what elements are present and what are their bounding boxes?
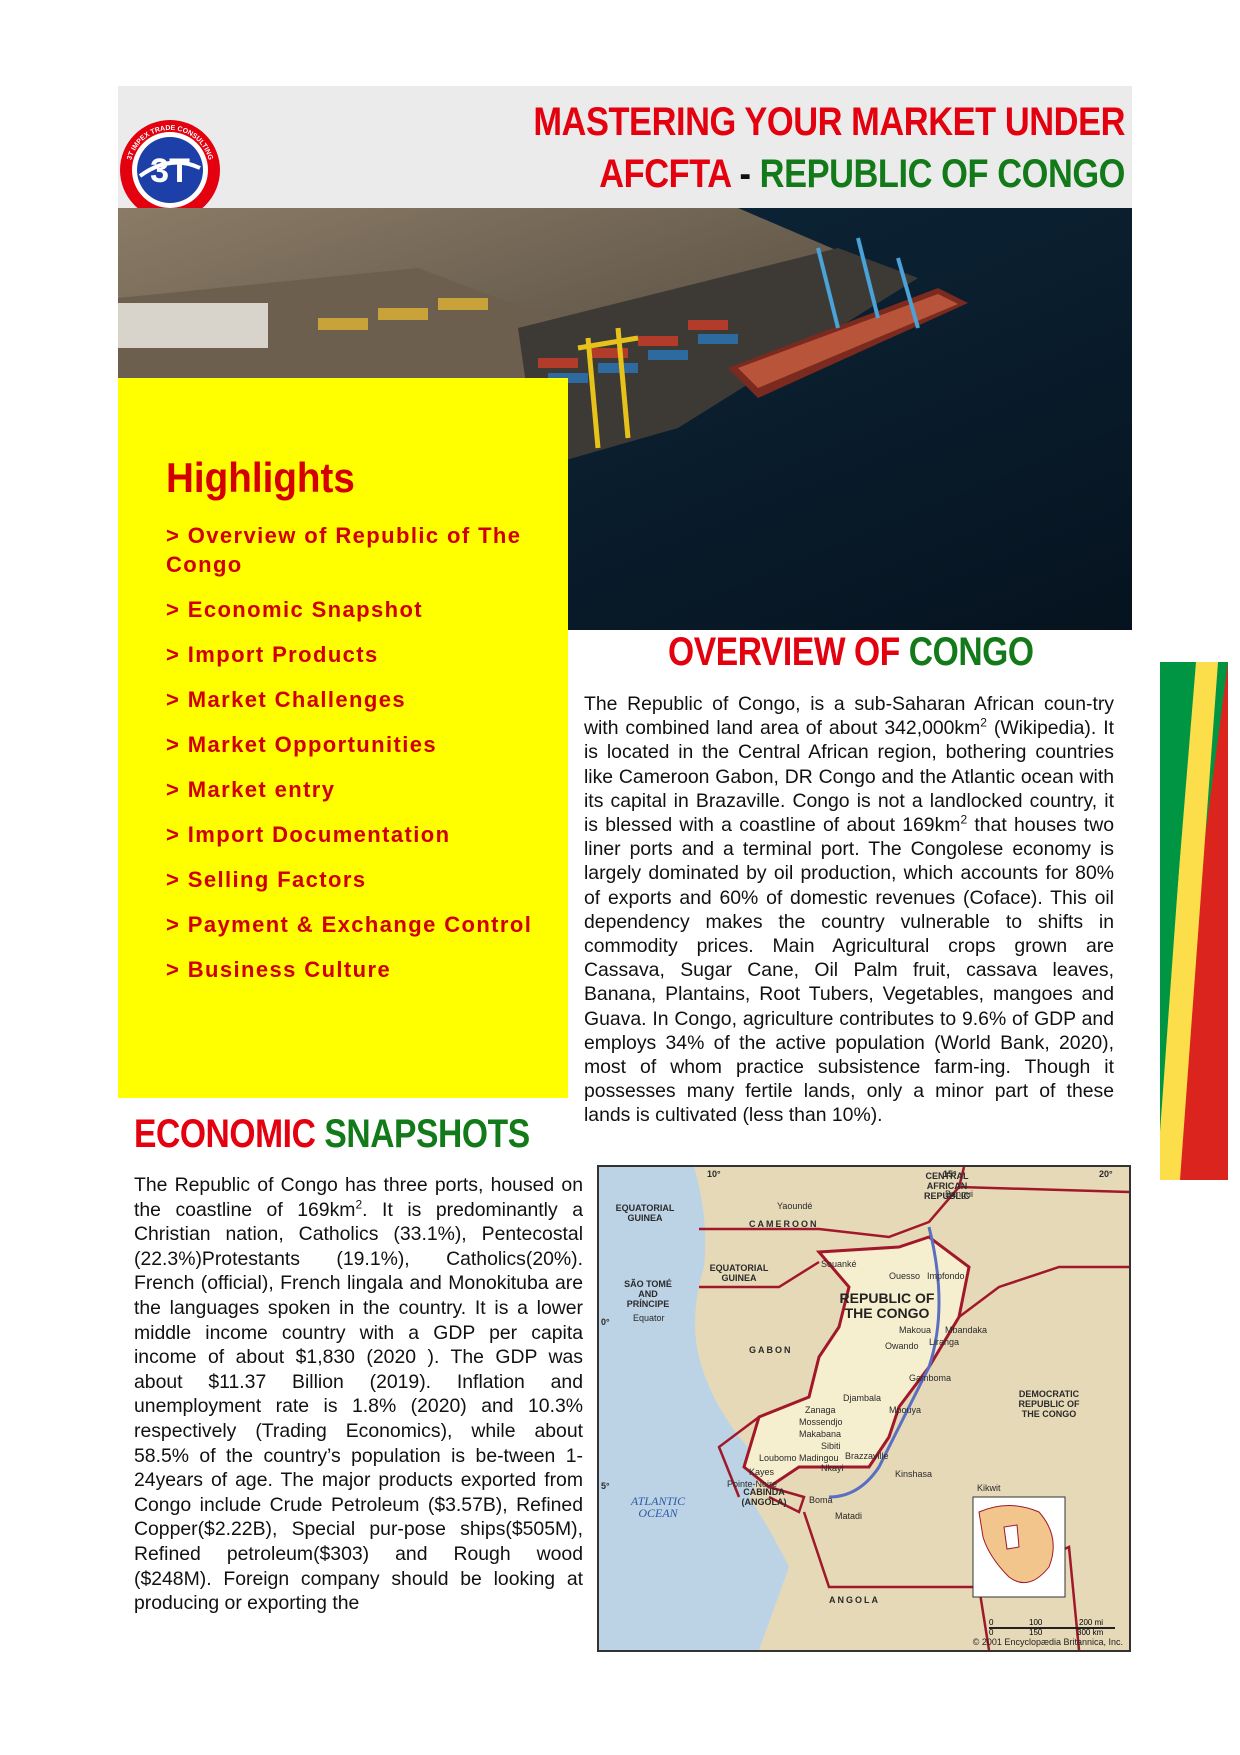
congo-flag [1160,662,1228,1180]
economic-text-b: . It is predominantly a Christian nation… [134,1198,583,1615]
map-city: Impfondo [927,1271,965,1281]
map-city: Kikwit [977,1483,1001,1493]
scale-mi: 100 [1029,1618,1043,1627]
highlight-item: > Business Culture [166,957,392,982]
map-city: Mpouya [889,1405,922,1415]
map-label-equator: Equator [633,1313,665,1323]
map-label-atlantic: ATLANTIC OCEAN [630,1494,686,1520]
scale-km: 0 [989,1628,994,1637]
map-label-cameroon: CAMEROON [749,1219,819,1229]
map-city: Mbandaka [945,1325,988,1335]
map-longitude: 20° [1099,1169,1113,1179]
scale-km: 300 km [1077,1628,1104,1637]
map-label-republic: REPUBLIC OF THE CONGO [839,1290,935,1321]
map-city: Pointe-Noire [727,1479,778,1489]
highlight-item: > Market Challenges [166,687,406,712]
map-scale: 0 100 200 mi 0 150 300 km [989,1618,1119,1637]
scale-mi: 200 mi [1079,1618,1104,1627]
highlight-item: > Selling Factors [166,867,367,892]
map-city: Matadi [835,1511,863,1521]
overview-text-c: that houses two liner ports and a termin… [584,814,1114,1127]
highlights-panel: Highlights > Overview of Republic of The… [118,378,568,1098]
highlight-item: > Economic Snapshot [166,597,424,622]
highlight-item: > Market Opportunities [166,732,438,757]
map-city: Madingou [799,1453,839,1463]
map-latitude: 5° [601,1481,610,1491]
map-city: Boma [809,1495,833,1505]
map-label-angola: ANGOLA [829,1595,880,1605]
map-label-sao-tome: SÃO TOMÉ AND PRÍNCIPE [624,1279,672,1309]
map-city: Gamboma [909,1373,952,1383]
map-longitude: 10° [707,1169,721,1179]
highlights-title: Highlights [166,454,355,501]
map-credit: © 2001 Encyclopædia Britannica, Inc. [972,1637,1123,1647]
overview-text: The Republic of Congo, is a sub-Saharan … [584,692,1114,1128]
overview-heading: OVERVIEW OF CONGO [668,630,1034,675]
page-title: MASTERING YOUR MARKET UNDER AFCFTA - REP… [533,96,1125,200]
map-city: Makabana [799,1429,842,1439]
map-city: Kinshasa [895,1469,933,1479]
map-city: Mossendjo [799,1417,843,1427]
highlights-list: > Overview of Republic of The Congo > Ec… [166,521,566,1000]
title-country: REPUBLIC OF CONGO [759,152,1126,196]
map-label-cabinda: CABINDA (ANGOLA) [741,1487,787,1507]
title-afcfta: AFCFTA [599,152,731,196]
map-city: Djambala [843,1393,882,1403]
map-city: Owando [885,1341,919,1351]
map-city: Zanaga [805,1405,836,1415]
map-city: Ouesso [889,1271,921,1281]
title-line-1: MASTERING YOUR MARKET UNDER [533,100,1125,144]
map-label-eq-guinea-2: EQUATORIAL GUINEA [709,1263,769,1283]
map-city: Sibiti [821,1441,841,1451]
map-label-drc: DEMOCRATIC REPUBLIC OF THE CONGO [1018,1389,1080,1419]
economic-heading: ECONOMIC SNAPSHOTS [134,1112,530,1157]
title-separator: - [730,152,760,196]
highlight-item: > Payment & Exchange Control [166,912,533,937]
map-city: Nkayi [821,1463,844,1473]
map-label-gabon: GABON [749,1345,793,1355]
scale-km: 150 [1029,1628,1043,1637]
superscript: 2 [980,715,987,730]
map-city: Bangui [945,1189,974,1199]
company-logo: 3T 3T IMPEX TRADE CONSULTING [120,120,220,220]
map-city: Yaoundé [777,1201,813,1211]
economic-text: The Republic of Congo has three ports, h… [134,1173,583,1616]
map-city: Kayes [749,1467,775,1477]
map-city: Loubomo [759,1453,797,1463]
overview-heading-part1: OVERVIEW OF [668,630,909,674]
congo-map: 15° 10° 20° 0° 5° EQUATORIAL GUINEA CAME… [597,1165,1131,1652]
overview-heading-part2: CONGO [908,630,1034,674]
highlight-item: > Import Products [166,642,379,667]
map-latitude: 0° [601,1317,610,1327]
map-city: Makoua [899,1325,932,1335]
logo-mark: 3T [150,152,190,190]
economic-heading-part2: SNAPSHOTS [324,1112,530,1156]
highlight-item: > Import Documentation [166,822,451,847]
economic-heading-part1: ECONOMIC [134,1112,325,1156]
highlight-item: > Overview of Republic of The Congo [166,523,522,577]
map-city: Brazzaville [845,1451,889,1461]
map-city: Souanké [821,1259,857,1269]
scale-mi: 0 [989,1618,994,1627]
map-city: Liranga [929,1337,960,1347]
map-label-eq-guinea: EQUATORIAL GUINEA [615,1203,675,1223]
highlight-item: > Market entry [166,777,336,802]
